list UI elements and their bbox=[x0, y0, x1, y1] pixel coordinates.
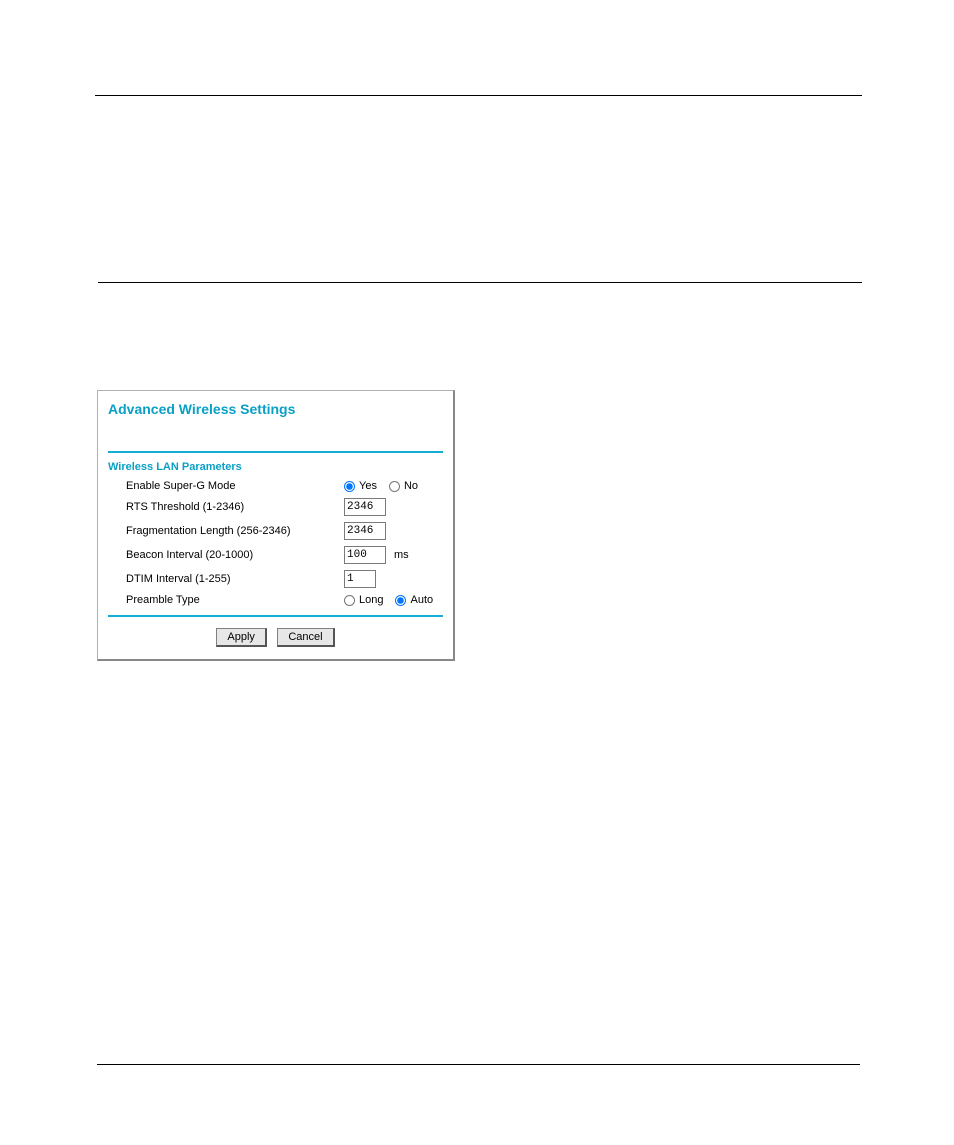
row-super-g: Enable Super-G Mode Yes No bbox=[108, 477, 443, 495]
row-dtim: DTIM Interval (1-255) bbox=[108, 567, 443, 591]
radio-super-g-no[interactable]: No bbox=[389, 480, 418, 492]
page-divider-top bbox=[95, 95, 862, 96]
panel-divider-bottom bbox=[108, 615, 443, 617]
radio-super-g-yes[interactable]: Yes bbox=[344, 480, 377, 492]
row-frag: Fragmentation Length (256-2346) bbox=[108, 519, 443, 543]
row-beacon: Beacon Interval (20-1000) ms bbox=[108, 543, 443, 567]
button-row: Apply Cancel bbox=[108, 625, 443, 649]
radio-preamble-long[interactable]: Long bbox=[344, 594, 383, 606]
label-frag: Fragmentation Length (256-2346) bbox=[108, 525, 344, 537]
label-dtim: DTIM Interval (1-255) bbox=[108, 573, 344, 585]
ctrl-preamble: Long Auto bbox=[344, 594, 441, 606]
section-title: Wireless LAN Parameters bbox=[108, 459, 443, 477]
row-rts: RTS Threshold (1-2346) bbox=[108, 495, 443, 519]
input-frag[interactable] bbox=[344, 522, 386, 540]
input-dtim[interactable] bbox=[344, 570, 376, 588]
cancel-button[interactable]: Cancel bbox=[277, 628, 334, 647]
advanced-wireless-panel: Advanced Wireless Settings Wireless LAN … bbox=[97, 390, 455, 661]
radio-super-g-no-label: No bbox=[404, 480, 418, 492]
label-preamble: Preamble Type bbox=[108, 594, 344, 606]
radio-super-g-no-input[interactable] bbox=[389, 481, 400, 492]
radio-super-g-yes-input[interactable] bbox=[344, 481, 355, 492]
radio-super-g-yes-label: Yes bbox=[359, 480, 377, 492]
radio-preamble-auto-input[interactable] bbox=[395, 595, 406, 606]
radio-preamble-long-label: Long bbox=[359, 594, 383, 606]
apply-button[interactable]: Apply bbox=[216, 628, 267, 647]
unit-beacon: ms bbox=[394, 549, 409, 561]
ctrl-super-g: Yes No bbox=[344, 480, 426, 492]
page-divider-bottom bbox=[97, 1064, 860, 1065]
radio-preamble-auto-label: Auto bbox=[410, 594, 433, 606]
label-beacon: Beacon Interval (20-1000) bbox=[108, 549, 344, 561]
panel-divider-top bbox=[108, 451, 443, 453]
panel-title: Advanced Wireless Settings bbox=[108, 399, 443, 423]
row-preamble: Preamble Type Long Auto bbox=[108, 591, 443, 609]
radio-preamble-long-input[interactable] bbox=[344, 595, 355, 606]
label-super-g: Enable Super-G Mode bbox=[108, 480, 344, 492]
radio-preamble-auto[interactable]: Auto bbox=[395, 594, 433, 606]
page-divider-mid bbox=[98, 282, 862, 283]
input-beacon[interactable] bbox=[344, 546, 386, 564]
ctrl-rts bbox=[344, 498, 386, 516]
ctrl-beacon: ms bbox=[344, 546, 409, 564]
label-rts: RTS Threshold (1-2346) bbox=[108, 501, 344, 513]
input-rts[interactable] bbox=[344, 498, 386, 516]
ctrl-dtim bbox=[344, 570, 376, 588]
ctrl-frag bbox=[344, 522, 386, 540]
